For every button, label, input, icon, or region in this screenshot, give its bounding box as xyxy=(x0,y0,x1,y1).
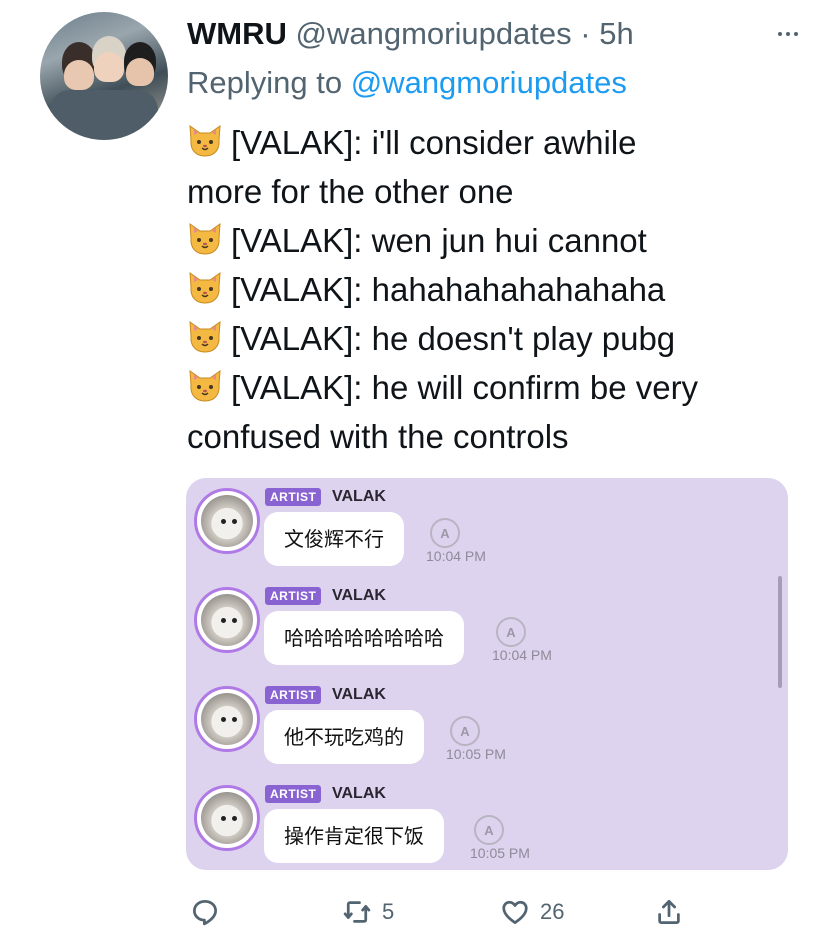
tweet-line: [VALAK]: wen jun hui cannot xyxy=(187,216,797,265)
tweet-line-text: more for the other one xyxy=(187,173,514,210)
like-button[interactable]: 26 xyxy=(500,892,564,932)
tweet-body: [VALAK]: i'll consider awhile more for t… xyxy=(187,118,797,461)
sender-avatar xyxy=(194,587,260,653)
message-time: 10:04 PM xyxy=(426,548,486,564)
cat-face-icon xyxy=(187,222,223,256)
share-button[interactable] xyxy=(654,892,684,932)
header-separator: · xyxy=(571,16,600,51)
tweet-age[interactable]: 5h xyxy=(599,16,633,51)
chat-message: ARTIST VALAK 操作肯定很下饭 A 10:05 PM xyxy=(194,779,774,867)
tweet-actions: 5 26 xyxy=(0,892,828,932)
media-scrollbar xyxy=(778,576,782,688)
avatar-figure xyxy=(126,58,154,86)
avatar-figure xyxy=(94,52,124,82)
message-time: 10:04 PM xyxy=(492,647,552,663)
tweet-media-image[interactable]: ARTIST VALAK 文俊辉不行 A 10:04 PM ARTIST VAL… xyxy=(186,478,788,870)
tweet-line-text: [VALAK]: i'll consider awhile xyxy=(231,124,637,161)
chat-message: ARTIST VALAK 他不玩吃鸡的 A 10:05 PM xyxy=(194,680,774,768)
reply-button[interactable] xyxy=(190,892,230,932)
tweet-header: WMRU @wangmoriupdates · 5h xyxy=(187,14,808,54)
artist-badge: ARTIST xyxy=(265,488,322,506)
tweet-line: confused with the controls xyxy=(187,412,797,461)
cat-face-icon xyxy=(187,369,223,403)
cat-face-icon xyxy=(187,320,223,354)
chat-message: ARTIST VALAK 哈哈哈哈哈哈哈哈 A 10:04 PM xyxy=(194,581,774,669)
tweet-line: [VALAK]: he will confirm be very xyxy=(187,363,797,412)
retweet-count: 5 xyxy=(382,899,395,924)
display-name[interactable]: WMRU xyxy=(187,16,287,51)
message-time: 10:05 PM xyxy=(470,845,530,861)
cat-face-icon xyxy=(187,271,223,305)
sender-avatar xyxy=(194,686,260,752)
reply-icon xyxy=(193,900,217,926)
tweet-line-text: [VALAK]: he will confirm be very xyxy=(231,369,699,406)
author-avatar[interactable] xyxy=(40,12,168,140)
sender-name: VALAK xyxy=(332,587,386,604)
artist-badge: ARTIST xyxy=(265,686,322,704)
tweet-line: more for the other one xyxy=(187,167,797,216)
sender-name: VALAK xyxy=(332,785,386,802)
more-dots-icon[interactable] xyxy=(770,16,806,52)
tweet-line-text: confused with the controls xyxy=(187,418,569,455)
tweet-line-text: [VALAK]: hahahahahahahaha xyxy=(231,271,666,308)
share-icon xyxy=(658,900,680,924)
retweet-icon xyxy=(343,901,371,923)
replying-mention[interactable]: @wangmoriupdates xyxy=(351,65,627,100)
tweet-line: [VALAK]: hahahahahahahaha xyxy=(187,265,797,314)
like-count: 26 xyxy=(540,899,565,924)
translate-icon: A xyxy=(450,716,480,746)
translate-icon: A xyxy=(496,617,526,647)
tweet-line: [VALAK]: i'll consider awhile xyxy=(187,118,797,167)
artist-badge: ARTIST xyxy=(265,587,322,605)
avatar-figure xyxy=(64,60,94,90)
translate-icon: A xyxy=(430,518,460,548)
message-bubble: 哈哈哈哈哈哈哈哈 xyxy=(264,611,464,665)
artist-badge: ARTIST xyxy=(265,785,322,803)
heart-icon xyxy=(502,900,528,924)
cat-face-icon xyxy=(187,124,223,158)
message-bubble: 他不玩吃鸡的 xyxy=(264,710,424,764)
sender-avatar xyxy=(194,488,260,554)
chat-message: ARTIST VALAK 文俊辉不行 A 10:04 PM xyxy=(194,482,774,570)
message-time: 10:05 PM xyxy=(446,746,506,762)
sender-avatar xyxy=(194,785,260,851)
translate-icon: A xyxy=(474,815,504,845)
tweet-line-text: [VALAK]: he doesn't play pubg xyxy=(231,320,676,357)
user-handle[interactable]: @wangmoriupdates xyxy=(295,16,571,51)
avatar-figure xyxy=(50,90,158,140)
tweet-line-text: [VALAK]: wen jun hui cannot xyxy=(231,222,647,259)
sender-name: VALAK xyxy=(332,488,386,505)
replying-to: Replying to @wangmoriupdates xyxy=(187,63,627,103)
tweet-line: [VALAK]: he doesn't play pubg xyxy=(187,314,797,363)
message-bubble: 操作肯定很下饭 xyxy=(264,809,444,863)
sender-name: VALAK xyxy=(332,686,386,703)
retweet-button[interactable]: 5 xyxy=(342,892,394,932)
replying-prefix: Replying to xyxy=(187,65,351,100)
message-bubble: 文俊辉不行 xyxy=(264,512,404,566)
